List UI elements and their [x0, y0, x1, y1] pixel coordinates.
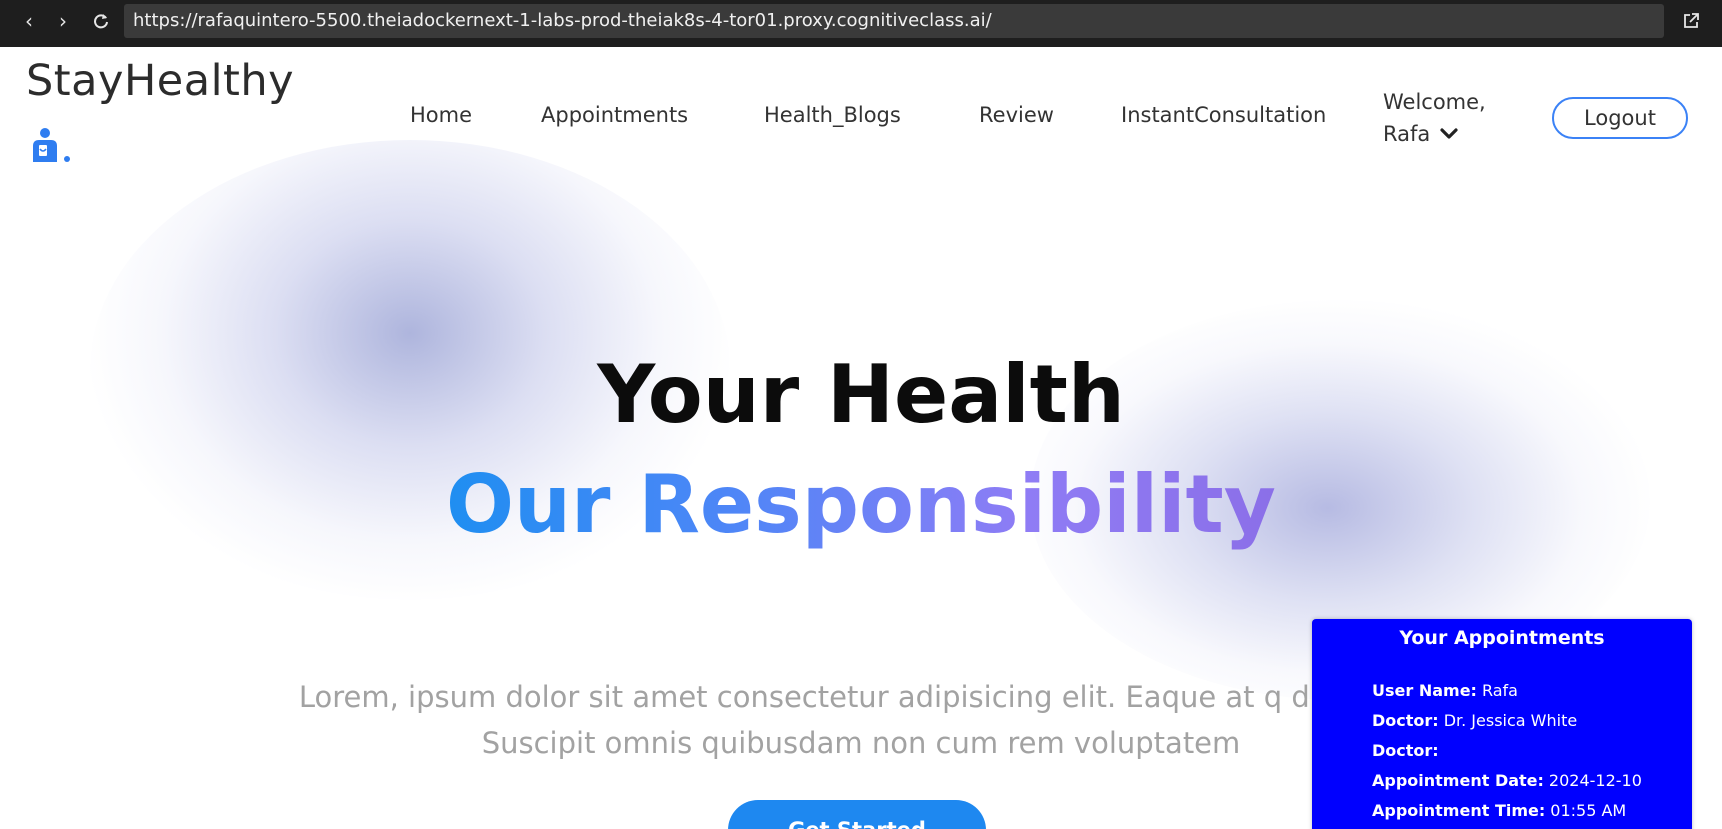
hero-subtitle-text: Our Responsibility	[446, 458, 1276, 551]
site-logo-text[interactable]: StayHealthy	[26, 56, 294, 106]
appointment-row: Appointment Time: 01:55 AM	[1372, 801, 1626, 820]
address-bar[interactable]: https://rafaquintero-5500.theiadockernex…	[124, 4, 1664, 38]
row-label: Appointment Date:	[1372, 771, 1544, 790]
row-value: Dr. Jessica White	[1443, 711, 1578, 730]
logout-button[interactable]: Logout	[1552, 97, 1688, 139]
nav-home[interactable]: Home	[410, 103, 472, 127]
forward-icon[interactable]: ›	[48, 8, 78, 34]
doctor-icon	[30, 126, 78, 166]
get-started-button[interactable]: Get Started	[728, 800, 986, 829]
nav-health-blogs[interactable]: Health_Blogs	[764, 103, 901, 127]
appointment-row: Appointment Date: 2024-12-10	[1372, 771, 1642, 790]
row-value: 01:55 AM	[1550, 801, 1627, 820]
appointment-row: User Name: Rafa	[1372, 681, 1518, 700]
hero-title: Your Health	[597, 348, 1125, 441]
external-link-icon[interactable]	[1676, 8, 1706, 34]
row-label: Doctor:	[1372, 711, 1439, 730]
user-dropdown[interactable]: Rafa	[1383, 118, 1458, 150]
row-value: Rafa	[1481, 681, 1518, 700]
appointment-row: Doctor: Dr. Jessica White	[1372, 711, 1577, 730]
row-label: User Name:	[1372, 681, 1477, 700]
row-label: Appointment Time:	[1372, 801, 1546, 820]
hero-subtitle: Our Responsibility	[0, 458, 1722, 551]
row-label: Doctor:	[1372, 741, 1439, 760]
browser-toolbar: ‹ › https://rafaquintero-5500.theiadocke…	[0, 0, 1722, 47]
back-icon[interactable]: ‹	[14, 8, 44, 34]
nav-appointments[interactable]: Appointments	[541, 103, 688, 127]
appointment-card: Your Appointments User Name: Rafa Doctor:…	[1312, 619, 1692, 829]
reload-icon[interactable]	[86, 8, 116, 34]
appointment-row: Doctor:	[1372, 741, 1444, 760]
user-menu[interactable]: Welcome, Rafa	[1383, 86, 1486, 150]
welcome-text: Welcome,	[1383, 90, 1486, 114]
hero-description: Lorem, ipsum dolor sit amet consectetur …	[298, 680, 1424, 760]
appointment-card-title: Your Appointments	[1399, 627, 1605, 649]
chevron-down-icon	[1440, 128, 1458, 139]
row-value: 2024-12-10	[1548, 771, 1642, 790]
nav-review[interactable]: Review	[979, 103, 1054, 127]
nav-instant-consultation[interactable]: InstantConsultation	[1121, 103, 1326, 127]
user-name: Rafa	[1383, 122, 1431, 146]
